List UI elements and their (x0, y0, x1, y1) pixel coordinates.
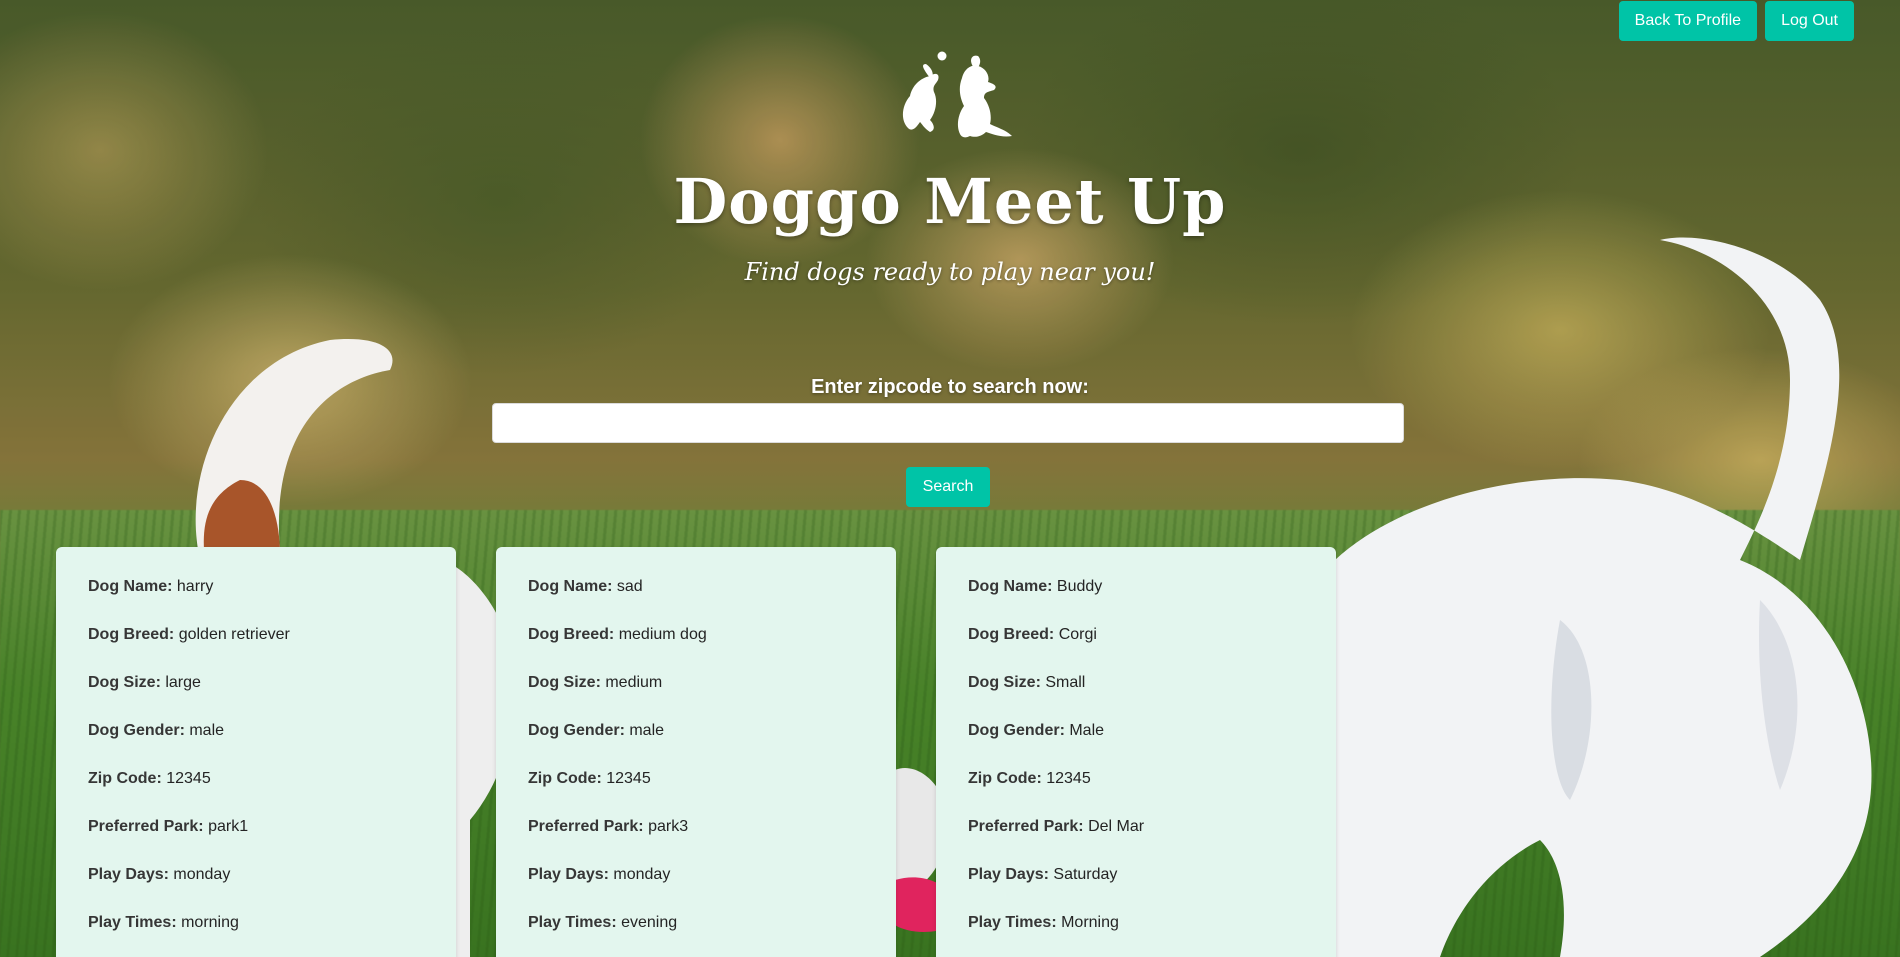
play-days-row: Play Days: monday (528, 866, 671, 883)
dog-size: Small (1045, 674, 1086, 691)
dog-breed-row: Dog Breed: golden retriever (88, 626, 290, 643)
dog-name: harry (176, 578, 214, 595)
dog-gender: male (189, 722, 225, 739)
dog-size: medium (605, 674, 663, 691)
zip-code-row: Zip Code: 12345 (88, 770, 211, 787)
dog-gender-row: Dog Gender: Male (968, 722, 1105, 739)
play-times: morning (181, 914, 239, 931)
dog-size: large (165, 674, 201, 691)
zip-code-row: Zip Code: 12345 (968, 770, 1091, 787)
page-title: Doggo Meet Up (673, 165, 1227, 238)
preferred-park: Del Mar (1088, 818, 1145, 835)
play-days-row: Play Days: monday (88, 866, 231, 883)
dog-name-row: Dog Name: harry (88, 578, 214, 595)
dog-name-row: Dog Name: sad (528, 578, 643, 595)
dog-gender: male (629, 722, 665, 739)
preferred-park: park3 (648, 818, 689, 835)
dog-gender: Male (1069, 722, 1105, 739)
preferred-park-row: Preferred Park: park3 (528, 818, 689, 835)
dog-gender-row: Dog Gender: male (88, 722, 225, 739)
dog-breed-row: Dog Breed: Corgi (968, 626, 1097, 643)
dog-size-row: Dog Size: Small (968, 674, 1086, 691)
dog-card: Dog Name: sad Dog Breed: medium dog Dog … (496, 547, 896, 957)
play-times-row: Play Times: evening (528, 914, 678, 931)
zip-code: 12345 (1046, 770, 1091, 787)
play-days: monday (173, 866, 231, 883)
zipcode-search-label: Enter zipcode to search now: (811, 376, 1089, 398)
dog-name-row: Dog Name: Buddy (968, 578, 1103, 595)
zipcode-search-input[interactable] (492, 403, 1404, 443)
dog-breed: golden retriever (178, 626, 290, 643)
zip-code-row: Zip Code: 12345 (528, 770, 651, 787)
play-days: Saturday (1053, 866, 1118, 883)
dog-breed-row: Dog Breed: medium dog (528, 626, 707, 643)
dog-card: Dog Name: Buddy Dog Breed: Corgi Dog Siz… (936, 547, 1336, 957)
back-to-profile-button[interactable]: Back To Profile (1618, 1, 1758, 41)
dog-breed: medium dog (618, 626, 707, 643)
preferred-park-row: Preferred Park: Del Mar (968, 818, 1145, 835)
zip-code: 12345 (606, 770, 651, 787)
dog-size-row: Dog Size: medium (528, 674, 663, 691)
dogs-playing-logo-icon (902, 51, 1012, 138)
header-actions: Back To Profile Log Out (1618, 1, 1854, 41)
search-button[interactable]: Search (906, 467, 990, 507)
dog-size-row: Dog Size: large (88, 674, 201, 691)
preferred-park-row: Preferred Park: park1 (88, 818, 249, 835)
play-times: Morning (1061, 914, 1119, 931)
dog-gender-row: Dog Gender: male (528, 722, 665, 739)
dog-name: Buddy (1056, 578, 1103, 595)
play-times-row: Play Times: Morning (968, 914, 1119, 931)
play-times-row: Play Times: morning (88, 914, 239, 931)
zip-code: 12345 (166, 770, 211, 787)
dog-name: sad (616, 578, 643, 595)
log-out-button[interactable]: Log Out (1765, 1, 1854, 41)
dog-breed: Corgi (1058, 626, 1097, 643)
play-days: monday (613, 866, 671, 883)
dog-card: Dog Name: harry Dog Breed: golden retrie… (56, 547, 456, 957)
preferred-park: park1 (208, 818, 249, 835)
page-subtitle: Find dogs ready to play near you! (744, 258, 1156, 286)
play-days-row: Play Days: Saturday (968, 866, 1118, 883)
play-times: evening (621, 914, 678, 931)
